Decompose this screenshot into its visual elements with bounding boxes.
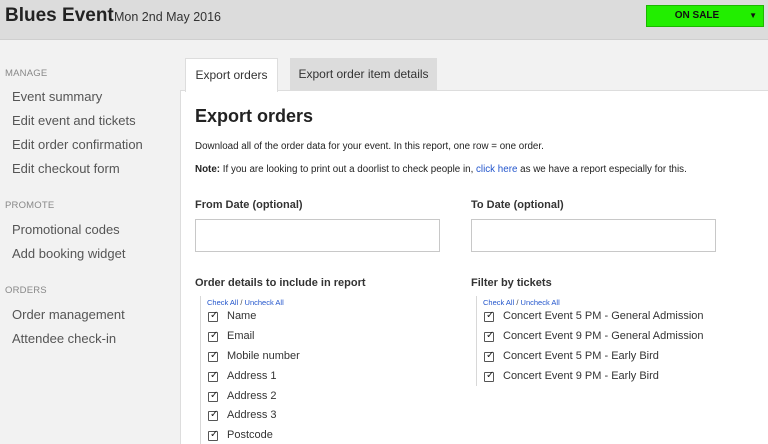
caret-down-icon: ▼ xyxy=(749,11,757,20)
sidebar-item-edit-checkout-form[interactable]: Edit checkout form xyxy=(12,161,120,176)
check-icon: ✓ xyxy=(210,330,219,341)
checkbox[interactable]: ✓ xyxy=(208,350,219,362)
tab-export-orders[interactable]: Export orders xyxy=(185,58,278,92)
check-icon: ✓ xyxy=(486,350,495,361)
checkbox[interactable]: ✓ xyxy=(208,310,219,322)
note-text: Note: If you are looking to print out a … xyxy=(195,164,687,175)
sidebar-section-manage: MANAGE xyxy=(5,68,48,79)
sidebar-item-event-summary[interactable]: Event summary xyxy=(12,89,102,104)
sidebar-item-promotional-codes[interactable]: Promotional codes xyxy=(12,222,120,237)
sidebar-section-orders: ORDERS xyxy=(5,285,47,296)
check-icon: ✓ xyxy=(210,310,219,321)
sale-status-label: ON SALE xyxy=(674,10,720,21)
check-icon: ✓ xyxy=(210,390,219,401)
sidebar-item-attendee-check-in[interactable]: Attendee check-in xyxy=(12,331,116,346)
list-item-label: Address 1 xyxy=(227,370,277,382)
event-date: Mon 2nd May 2016 xyxy=(114,10,222,24)
list-item-label: Address 3 xyxy=(227,409,277,421)
note-pre: If you are looking to print out a doorli… xyxy=(222,164,474,175)
order-details-label: Order details to include in report xyxy=(195,277,366,289)
sidebar-item-edit-event-tickets[interactable]: Edit event and tickets xyxy=(12,113,136,128)
check-icon: ✓ xyxy=(210,350,219,361)
intro-text: Download all of the order data for your … xyxy=(195,141,544,152)
checkbox[interactable]: ✓ xyxy=(208,330,219,342)
order-details-list: ✓ Name ✓ Email ✓ Mobile number ✓ Address… xyxy=(200,296,430,444)
from-date-label: From Date (optional) xyxy=(195,199,303,211)
list-item-label: Mobile number xyxy=(227,350,300,362)
checkbox[interactable]: ✓ xyxy=(208,409,219,421)
checkbox[interactable]: ✓ xyxy=(208,370,219,382)
to-date-input[interactable] xyxy=(471,219,716,252)
sidebar-item-order-management[interactable]: Order management xyxy=(12,307,125,322)
from-date-input[interactable] xyxy=(195,219,440,252)
list-item-label: Concert Event 5 PM - General Admission xyxy=(503,310,704,322)
to-date-label: To Date (optional) xyxy=(471,199,564,211)
checkbox[interactable]: ✓ xyxy=(484,370,495,382)
note-label: Note: xyxy=(195,164,221,175)
top-bar: Blues Event Mon 2nd May 2016 ON SALE ▼ xyxy=(0,0,768,40)
checkbox[interactable]: ✓ xyxy=(208,390,219,402)
ticket-filter-label: Filter by tickets xyxy=(471,277,552,289)
checkbox[interactable]: ✓ xyxy=(484,350,495,362)
list-item-label: Concert Event 5 PM - Early Bird xyxy=(503,350,659,362)
check-icon: ✓ xyxy=(486,310,495,321)
check-icon: ✓ xyxy=(486,370,495,381)
check-icon: ✓ xyxy=(210,370,219,381)
tab-export-order-item-details[interactable]: Export order item details xyxy=(290,58,437,91)
ticket-filter-list: ✓ Concert Event 5 PM - General Admission… xyxy=(476,296,736,386)
page-title: Export orders xyxy=(195,106,314,126)
doorlist-link[interactable]: click here xyxy=(476,164,517,175)
sidebar-item-edit-order-confirmation[interactable]: Edit order confirmation xyxy=(12,137,143,152)
checkbox[interactable]: ✓ xyxy=(208,429,219,441)
note-post: as we have a report especially for this. xyxy=(520,164,687,175)
sidebar-section-promote: PROMOTE xyxy=(5,200,55,211)
list-item-label: Name xyxy=(227,310,257,322)
sale-status-dropdown[interactable]: ON SALE ▼ xyxy=(646,5,764,27)
checkbox[interactable]: ✓ xyxy=(484,310,495,322)
check-icon: ✓ xyxy=(210,429,219,440)
sidebar-item-add-booking-widget[interactable]: Add booking widget xyxy=(12,246,125,261)
checkbox[interactable]: ✓ xyxy=(484,330,495,342)
list-item-label: Email xyxy=(227,330,255,342)
list-item-label: Concert Event 9 PM - General Admission xyxy=(503,330,704,342)
check-icon: ✓ xyxy=(486,330,495,341)
check-icon: ✓ xyxy=(210,409,219,420)
list-item-label: Concert Event 9 PM - Early Bird xyxy=(503,370,659,382)
list-item-label: Address 2 xyxy=(227,390,277,402)
event-title: Blues Event xyxy=(5,5,114,26)
list-item-label: Postcode xyxy=(227,429,273,441)
